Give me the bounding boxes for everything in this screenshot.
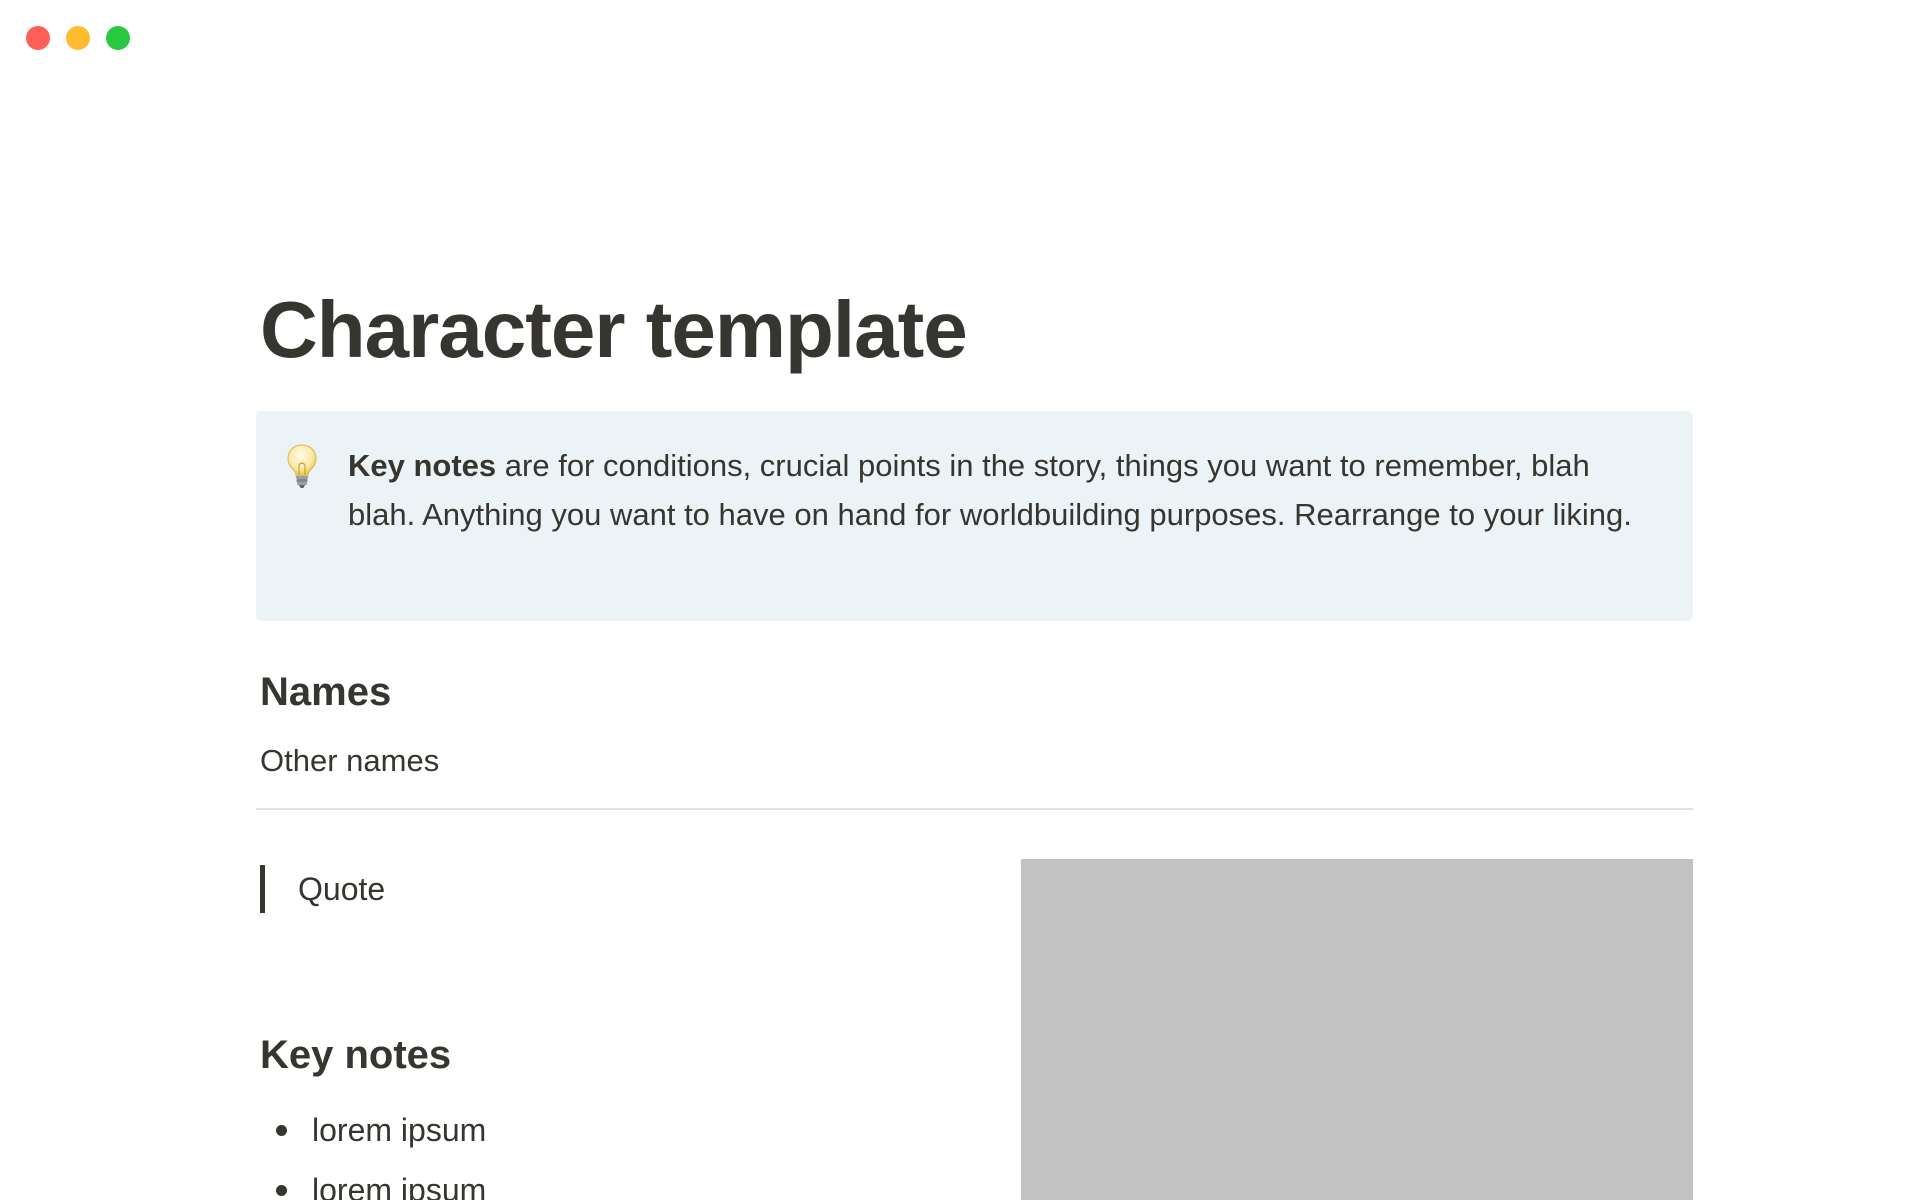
other-names-text[interactable]: Other names [260, 741, 439, 781]
list-item-text: lorem ipsum [312, 1172, 487, 1200]
page-title[interactable]: Character template [260, 286, 968, 374]
bullet-icon [276, 1185, 287, 1196]
list-item-text: lorem ipsum [312, 1112, 487, 1148]
zoom-window-button[interactable] [106, 26, 130, 50]
callout-bold-text: Key notes [348, 448, 497, 483]
window-controls [26, 26, 130, 50]
list-item[interactable]: lorem ipsum [260, 1100, 486, 1160]
callout-block[interactable]: Key notes are for conditions, crucial po… [256, 411, 1693, 621]
callout-text[interactable]: Key notes are for conditions, crucial po… [348, 441, 1633, 539]
divider [256, 808, 1693, 810]
lightbulb-icon[interactable] [286, 443, 318, 489]
names-heading[interactable]: Names [260, 668, 391, 716]
callout-body-text: are for conditions, crucial points in th… [348, 448, 1632, 532]
key-notes-heading[interactable]: Key notes [260, 1031, 451, 1079]
close-window-button[interactable] [26, 26, 50, 50]
app-window: Character template Key notes are for con… [0, 0, 1920, 1200]
key-notes-list: lorem ipsum lorem ipsum [260, 1100, 486, 1200]
bullet-icon [276, 1125, 287, 1136]
quote-block[interactable]: Quote [260, 865, 385, 913]
list-item[interactable]: lorem ipsum [260, 1160, 486, 1200]
minimize-window-button[interactable] [66, 26, 90, 50]
image-placeholder[interactable] [1021, 859, 1693, 1200]
